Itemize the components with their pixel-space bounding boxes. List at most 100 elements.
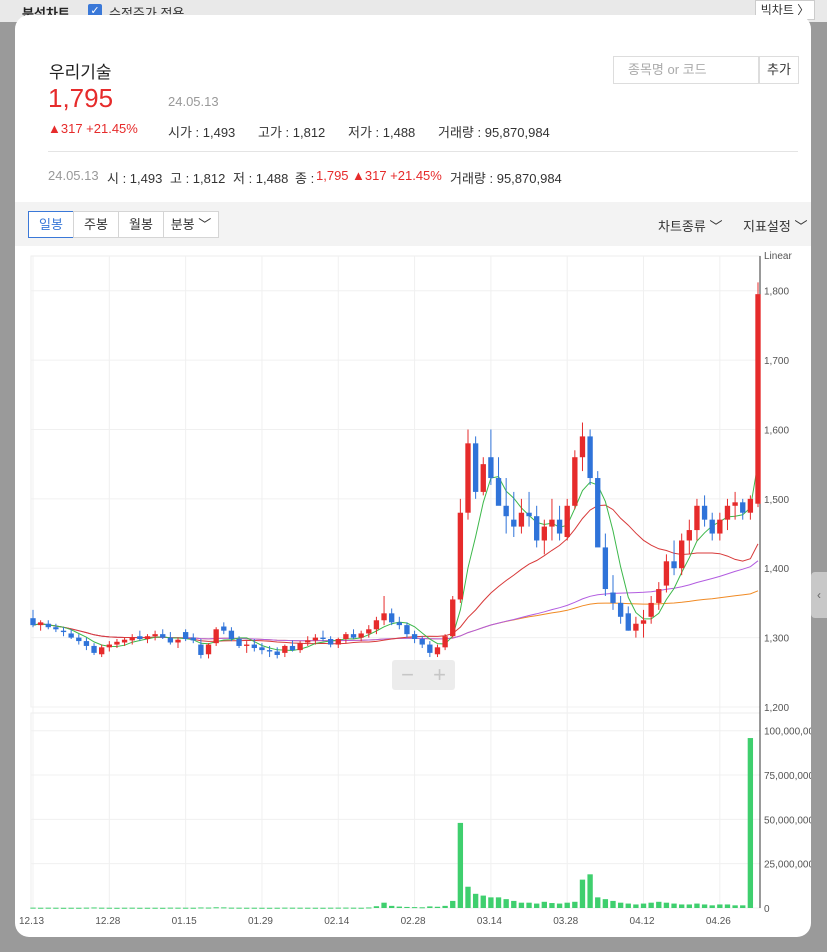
volume-bar	[579, 879, 586, 908]
zoom-out-button[interactable]: −	[392, 662, 423, 688]
volume-bar	[602, 899, 609, 908]
volume-bar	[610, 900, 616, 908]
candle-body	[564, 505, 570, 538]
candle-body	[457, 512, 464, 600]
volume-bar	[76, 907, 82, 909]
candle-body	[587, 436, 593, 479]
candle-body	[167, 637, 174, 643]
x-tick-label: 02.28	[401, 916, 426, 927]
volume-bar	[30, 907, 36, 909]
candle-body	[175, 639, 181, 643]
candle-body	[190, 637, 196, 641]
x-tick-label: 04.26	[706, 916, 731, 927]
volume-bar	[526, 902, 532, 908]
candle-body	[701, 505, 708, 520]
candle-body	[160, 634, 166, 638]
chart-panel: 우리기술 1,795 24.05.13 ▲317 +21.45% 시가 : 1,…	[15, 15, 811, 937]
volume-bar	[167, 907, 174, 909]
candle-body	[213, 629, 219, 644]
price-tick-label: 1,500	[764, 495, 789, 506]
candle-body	[572, 457, 578, 506]
candle-body	[511, 519, 517, 527]
candle-body	[602, 547, 609, 590]
candle-body	[144, 636, 151, 640]
candle-body	[91, 645, 97, 653]
volume-tick-label: 100,000,000	[764, 727, 811, 738]
volume-bar	[60, 907, 67, 909]
ma5-line	[32, 462, 759, 652]
candle-body	[526, 512, 532, 517]
candle-body	[717, 519, 723, 534]
candle-body	[549, 519, 555, 527]
volume-bar	[297, 907, 303, 909]
volume-bar	[312, 907, 319, 909]
candle-body	[266, 650, 273, 652]
volume-bar	[129, 907, 135, 909]
volume-bar	[640, 903, 647, 908]
volume-bar	[656, 901, 662, 908]
volume-bar	[182, 907, 189, 909]
volume-bar	[335, 907, 341, 909]
volume-bar	[572, 901, 578, 908]
volume-bar	[152, 907, 158, 909]
candle-body	[579, 436, 586, 458]
volume-bar	[404, 906, 410, 908]
volume-bar	[747, 738, 754, 908]
candle-body	[244, 644, 250, 646]
candle-body	[686, 530, 692, 541]
volume-bar	[457, 822, 464, 908]
candle-body	[389, 613, 395, 623]
volume-tick-label: 0	[764, 904, 770, 915]
price-tick-label: 1,800	[764, 287, 789, 298]
volume-bar	[160, 907, 166, 909]
candle-body	[373, 620, 380, 630]
x-tick-label: 01.15	[172, 916, 197, 927]
volume-bar	[434, 906, 441, 908]
volume-bar	[91, 907, 97, 909]
volume-bar	[244, 907, 250, 909]
volume-tick-label: 75,000,000	[764, 771, 811, 782]
volume-bar	[305, 907, 311, 909]
volume-bar	[327, 907, 334, 909]
candle-body	[76, 637, 82, 642]
volume-bar	[350, 907, 357, 909]
candle-body	[679, 540, 685, 569]
candle-body	[228, 630, 235, 640]
zoom-in-button[interactable]: +	[424, 662, 455, 688]
candle-body	[434, 647, 441, 655]
volume-bar	[671, 903, 677, 908]
side-panel-toggle[interactable]: ‹	[811, 572, 827, 618]
volume-bar	[556, 903, 563, 908]
volume-bar	[221, 907, 227, 909]
volume-bar	[121, 907, 128, 909]
volume-bar	[411, 907, 418, 909]
candle-body	[37, 622, 44, 626]
volume-bar	[686, 904, 692, 908]
price-tick-label: 1,600	[764, 425, 789, 436]
volume-tick-label: 25,000,000	[764, 860, 811, 871]
candle-body	[450, 599, 456, 637]
candle-body	[419, 639, 425, 645]
price-pane-frame	[30, 255, 761, 708]
candle-body	[312, 637, 319, 641]
x-tick-label: 04.12	[630, 916, 655, 927]
volume-bar	[534, 903, 540, 908]
candle-body	[755, 294, 761, 504]
volume-bar	[488, 897, 494, 908]
volume-bar	[724, 904, 731, 908]
volume-bar	[144, 907, 151, 909]
volume-bar	[633, 904, 639, 908]
volume-bar	[740, 905, 746, 908]
ma60-line	[32, 560, 759, 642]
volume-bar	[701, 904, 708, 908]
volume-bar	[617, 902, 624, 908]
volume-bar	[373, 906, 380, 908]
candle-body	[709, 519, 715, 534]
stock-chart[interactable]: 12.13 12.28 01.15 01.29 02.14 02.28 03.14 03.28…	[15, 15, 811, 937]
candle-body	[259, 647, 265, 651]
volume-bar	[465, 886, 471, 908]
candle-body	[694, 505, 700, 531]
candle-body	[30, 618, 36, 626]
candle-body	[327, 639, 334, 645]
candle-body	[335, 639, 341, 645]
